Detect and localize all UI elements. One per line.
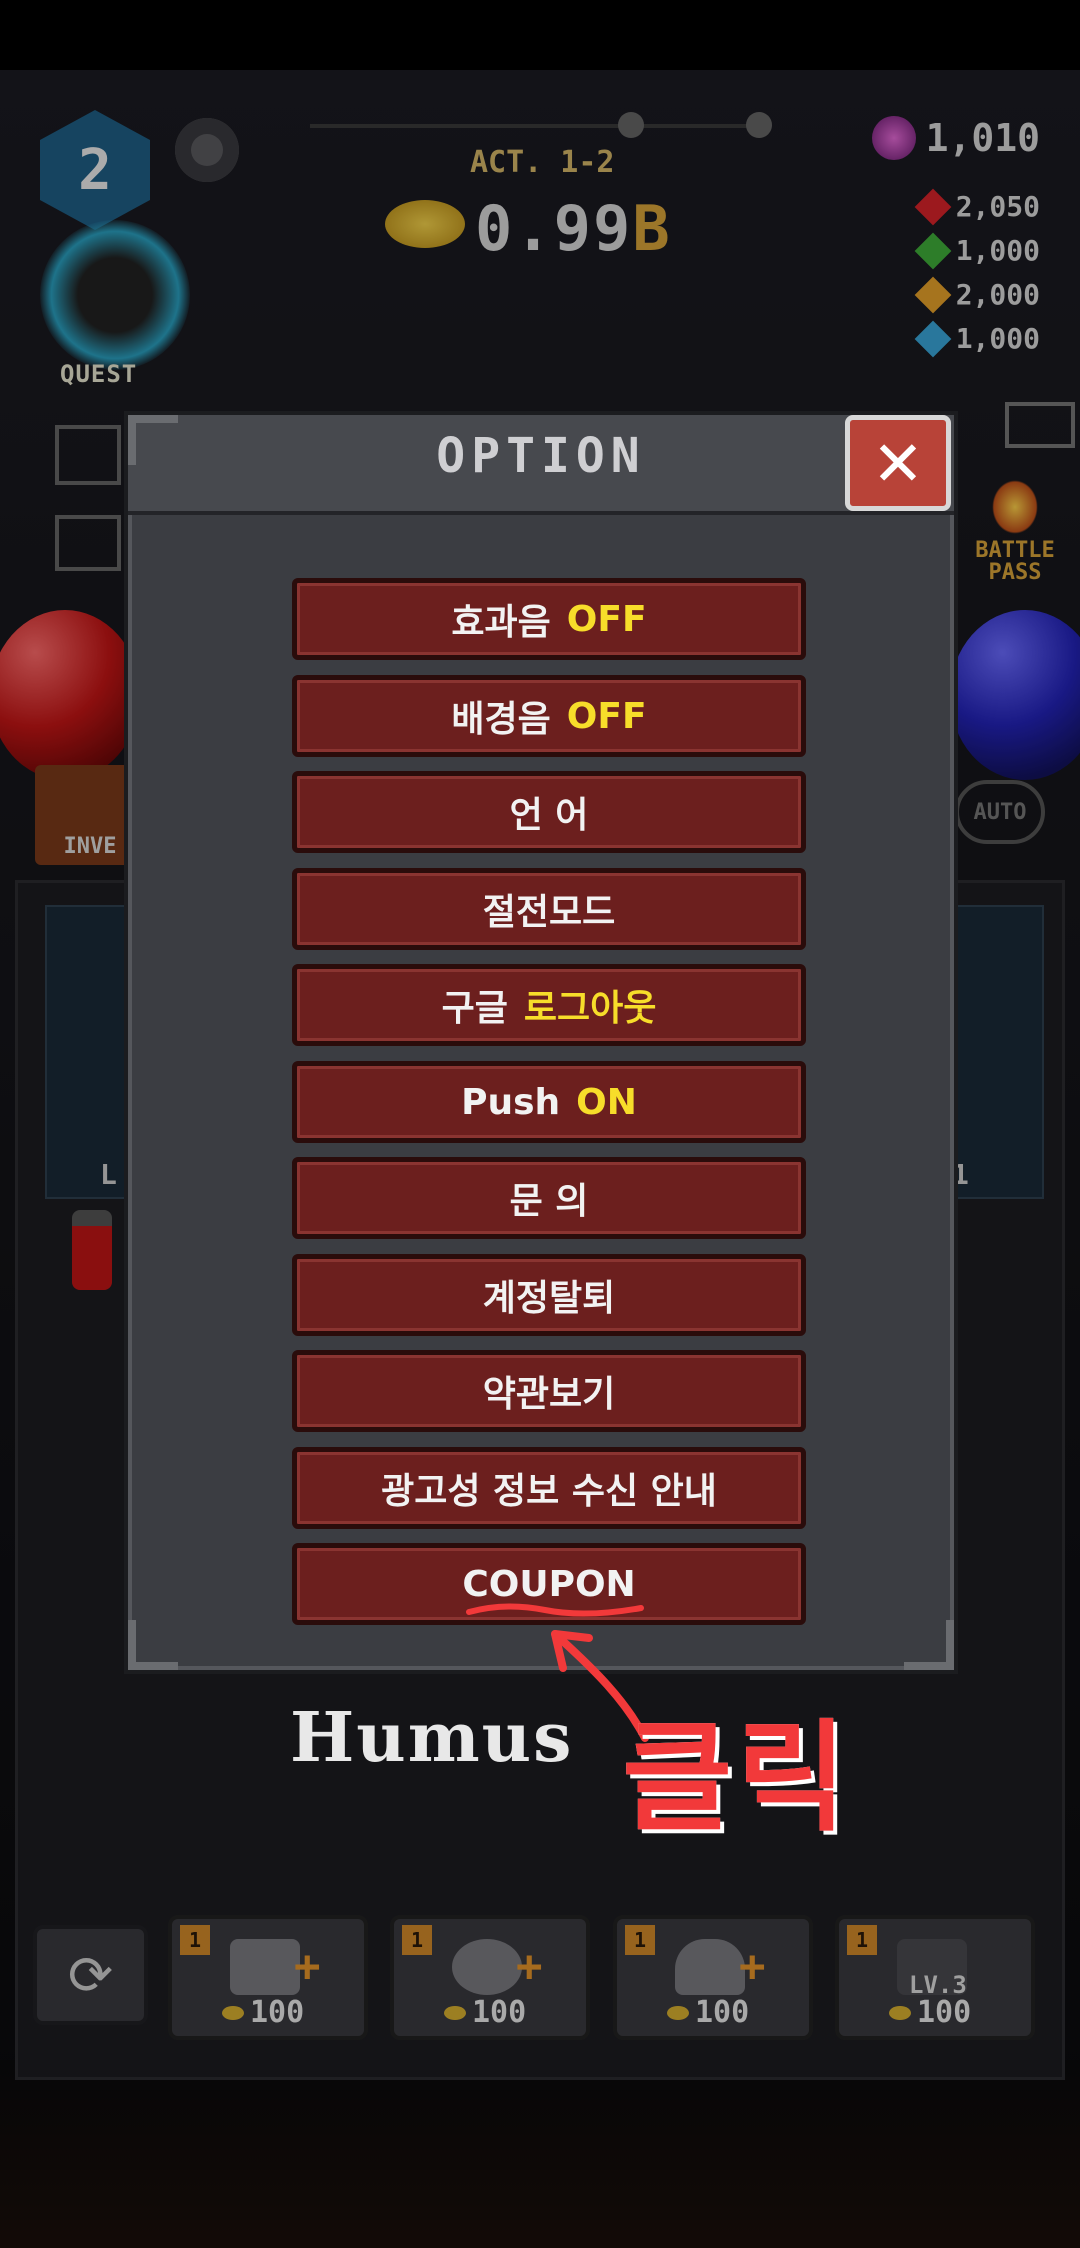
option-label: 계정탈퇴 [482,1278,616,1319]
language-button[interactable]: 언 어 [292,771,806,853]
corner-ornament [128,415,178,465]
option-label: 구글 [441,988,508,1029]
terms-button[interactable]: 약관보기 [292,1350,806,1432]
option-value: 로그아웃 [523,988,657,1029]
annotation-click-label: 클릭 [622,1709,851,1848]
option-label: 광고성 정보 수신 안내 [381,1471,717,1512]
close-button[interactable]: ✕ [845,415,951,511]
option-label: 배경음 [451,699,551,740]
corner-ornament [128,1620,178,1670]
option-value: OFF [566,695,647,737]
inquiry-button[interactable]: 문 의 [292,1157,806,1239]
google-logout-button[interactable]: 구글 로그아웃 [292,964,806,1046]
option-label: 문 의 [509,1181,589,1222]
option-label: 효과음 [451,602,551,643]
option-label: Push [461,1081,561,1123]
close-icon: ✕ [872,426,924,500]
power-saving-button[interactable]: 절전모드 [292,868,806,950]
delete-account-button[interactable]: 계정탈퇴 [292,1254,806,1336]
option-dialog-title: OPTION [436,428,646,484]
corner-ornament [904,1620,954,1670]
ad-info-consent-button[interactable]: 광고성 정보 수신 안내 [292,1447,806,1529]
sound-effects-button[interactable]: 효과음 OFF [292,578,806,660]
annotation-underline [466,1603,644,1617]
background-music-button[interactable]: 배경음 OFF [292,675,806,757]
option-label: 언 어 [509,795,589,836]
option-value: OFF [566,598,647,640]
option-label: 약관보기 [482,1374,616,1415]
option-value: ON [576,1081,637,1123]
watermark-logo: Humus [290,1698,574,1778]
push-toggle-button[interactable]: Push ON [292,1061,806,1143]
option-label: 절전모드 [482,892,616,933]
